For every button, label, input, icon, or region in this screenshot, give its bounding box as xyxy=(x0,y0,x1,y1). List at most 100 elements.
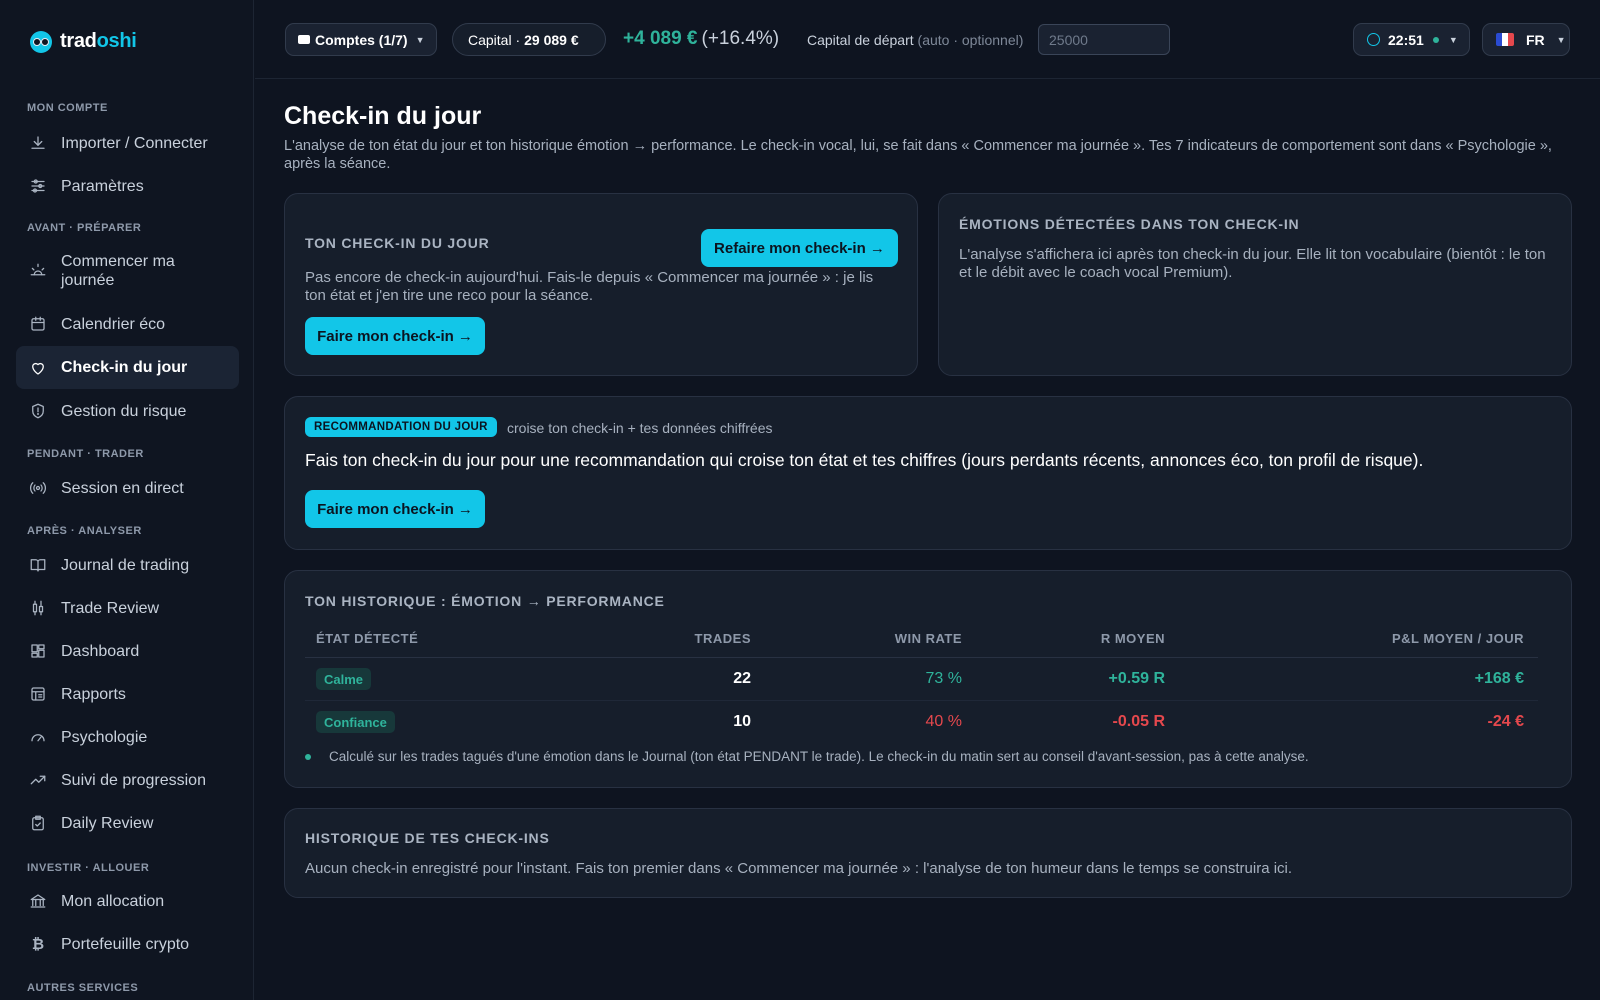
capital-badge: Capital · 29 089 € xyxy=(452,23,606,56)
section-autres: AUTRES SERVICES xyxy=(27,982,139,994)
winrate-cell: 40 % xyxy=(925,713,962,730)
accounts-dropdown[interactable]: Comptes (1/7) ▼ xyxy=(285,23,437,56)
emotions-card-title: ÉMOTIONS DÉTECTÉES DANS TON CHECK-IN xyxy=(959,216,1300,232)
gauge-icon xyxy=(29,728,47,746)
recommendation-subtitle: croise ton check-in + tes données chiffr… xyxy=(507,420,773,436)
section-apres: APRÈS · ANALYSER xyxy=(27,525,142,537)
winrate-cell: 73 % xyxy=(925,670,962,687)
calendar-icon xyxy=(29,315,47,333)
bank-icon xyxy=(29,892,47,910)
owl-logo-icon xyxy=(30,30,52,53)
sidebar-item-crypto[interactable]: ₿ Portefeuille crypto xyxy=(16,927,239,961)
do-checkin-button-reco[interactable]: Faire mon check-in → xyxy=(305,490,485,528)
capital-value: 29 089 € xyxy=(524,31,579,48)
trend-icon xyxy=(29,771,47,789)
section-investir: INVESTIR · ALLOUER xyxy=(27,862,150,874)
r-cell: +0.59 R xyxy=(1108,670,1165,687)
sidebar-item-allocation[interactable]: Mon allocation xyxy=(16,884,239,918)
sidebar-item-importer[interactable]: Importer / Connecter xyxy=(16,126,239,160)
chevron-down-icon: ▼ xyxy=(1556,34,1566,45)
checkin-card: TON CHECK-IN DU JOUR Refaire mon check-i… xyxy=(284,193,918,376)
column-header-state: ÉTAT DÉTECTÉ xyxy=(316,631,419,646)
sidebar-item-rapports[interactable]: Rapports xyxy=(16,677,239,711)
sidebar-item-parametres[interactable]: Paramètres xyxy=(16,169,239,203)
sidebar-item-commencer[interactable]: Commencer ma journée xyxy=(16,252,239,290)
trades-cell: 22 xyxy=(733,670,751,687)
flag-fr-icon xyxy=(1496,33,1514,46)
sidebar-item-checkin[interactable]: Check-in du jour xyxy=(16,346,239,389)
history-note-text: Calculé sur les trades tagués d'une émot… xyxy=(329,749,1309,764)
section-mon-compte: MON COMPTE xyxy=(27,102,108,114)
emotion-tag: Calme xyxy=(316,668,372,690)
column-header-pnl: P&L MOYEN / JOUR xyxy=(1391,631,1524,646)
pnl-cell: +168 € xyxy=(1474,670,1524,687)
chevron-down-icon: ▼ xyxy=(415,34,425,45)
candles-icon xyxy=(29,599,47,617)
capital-label: Capital · xyxy=(468,31,521,48)
report-icon xyxy=(29,685,47,703)
sidebar-item-daily-review[interactable]: Daily Review xyxy=(16,806,239,840)
checkins-card-title: HISTORIQUE DE TES CHECK-INS xyxy=(305,830,550,846)
brand-logo[interactable]: tradoshi xyxy=(30,30,137,53)
bullet-dot xyxy=(305,753,311,760)
recommendation-card: RECOMMANDATION DU JOUR croise ton check-… xyxy=(284,396,1572,550)
emotion-performance-card: TON HISTORIQUE : ÉMOTION → PERFORMANCE É… xyxy=(284,570,1572,788)
gain-value: +4 089 € xyxy=(623,28,698,49)
section-avant: AVANT · PRÉPARER xyxy=(27,222,142,234)
brand-name: tradoshi xyxy=(60,30,137,52)
topbar: Comptes (1/7) ▼ Capital · 29 089 € +4 08… xyxy=(255,0,1600,79)
sidebar-item-trade-review[interactable]: Trade Review xyxy=(16,591,239,625)
row-divider xyxy=(305,700,1538,701)
checkins-card-text: Aucun check-in enregistré pour l'instant… xyxy=(305,860,1293,877)
clock-icon xyxy=(1367,33,1380,46)
sidebar: tradoshi MON COMPTE Importer / Connecter… xyxy=(0,0,254,1000)
sidebar-item-dashboard[interactable]: Dashboard xyxy=(16,634,239,668)
checkin-card-title: TON CHECK-IN DU JOUR xyxy=(305,235,490,251)
grid-icon xyxy=(29,642,47,660)
page-title: Check-in du jour xyxy=(284,102,482,130)
checkin-card-text: Pas encore de check-in aujourd'hui. Fais… xyxy=(305,269,874,304)
clock-time: 22:51 xyxy=(1388,31,1424,48)
history-card-title: TON HISTORIQUE : ÉMOTION → PERFORMANCE xyxy=(305,593,665,609)
emotions-card: ÉMOTIONS DÉTECTÉES DANS TON CHECK-IN L'a… xyxy=(938,193,1572,376)
sidebar-item-session[interactable]: Session en direct xyxy=(16,471,239,505)
emotion-tag: Confiance xyxy=(316,711,395,733)
bitcoin-icon: ₿ xyxy=(31,935,45,953)
recommendation-badge: RECOMMANDATION DU JOUR xyxy=(305,417,497,437)
gain-display: +4 089 € (+16.4%) xyxy=(623,28,779,50)
column-header-trades: TRADES xyxy=(694,631,751,646)
page-description: L'analyse de ton état du jour et ton his… xyxy=(284,138,1552,172)
sidebar-item-journal[interactable]: Journal de trading xyxy=(16,548,239,582)
emotions-card-text: L'analyse s'affichera ici après ton chec… xyxy=(959,246,1546,281)
column-header-winrate: WIN RATE xyxy=(894,631,962,646)
clipboard-icon xyxy=(29,814,47,832)
table-divider xyxy=(305,657,1538,658)
download-icon xyxy=(29,134,47,152)
redo-checkin-button[interactable]: Refaire mon check-in → xyxy=(701,229,898,267)
trades-cell: 10 xyxy=(733,713,751,730)
section-pendant: PENDANT · TRADER xyxy=(27,448,144,460)
sidebar-item-psychologie[interactable]: Psychologie xyxy=(16,720,239,754)
sliders-icon xyxy=(29,177,47,195)
checkins-history-card: HISTORIQUE DE TES CHECK-INS Aucun check-… xyxy=(284,808,1572,898)
start-capital-label: Capital de départ (auto · optionnel) xyxy=(807,32,1023,48)
start-capital-text: Capital de départ xyxy=(807,32,914,48)
r-cell: -0.05 R xyxy=(1112,713,1165,730)
chevron-down-icon: ▼ xyxy=(1448,34,1458,45)
language-dropdown[interactable]: FR ▼ xyxy=(1482,23,1570,56)
gain-percent: (+16.4%) xyxy=(701,28,780,49)
do-checkin-button[interactable]: Faire mon check-in → xyxy=(305,317,485,355)
language-code: FR xyxy=(1526,31,1545,48)
sidebar-item-progression[interactable]: Suivi de progression xyxy=(16,763,239,797)
sidebar-item-risque[interactable]: Gestion du risque xyxy=(16,394,239,428)
book-icon xyxy=(29,556,47,574)
start-capital-input[interactable] xyxy=(1038,24,1170,55)
clock-dropdown[interactable]: 22:51 ▼ xyxy=(1353,23,1470,56)
sidebar-item-calendrier[interactable]: Calendrier éco xyxy=(16,307,239,341)
shield-icon xyxy=(29,402,47,420)
broadcast-icon xyxy=(29,479,47,497)
sunrise-icon xyxy=(29,262,47,280)
history-footnote: Calculé sur les trades tagués d'une émot… xyxy=(305,749,1309,764)
status-dot xyxy=(1432,36,1439,43)
recommendation-text: Fais ton check-in du jour pour une recom… xyxy=(305,450,1424,470)
